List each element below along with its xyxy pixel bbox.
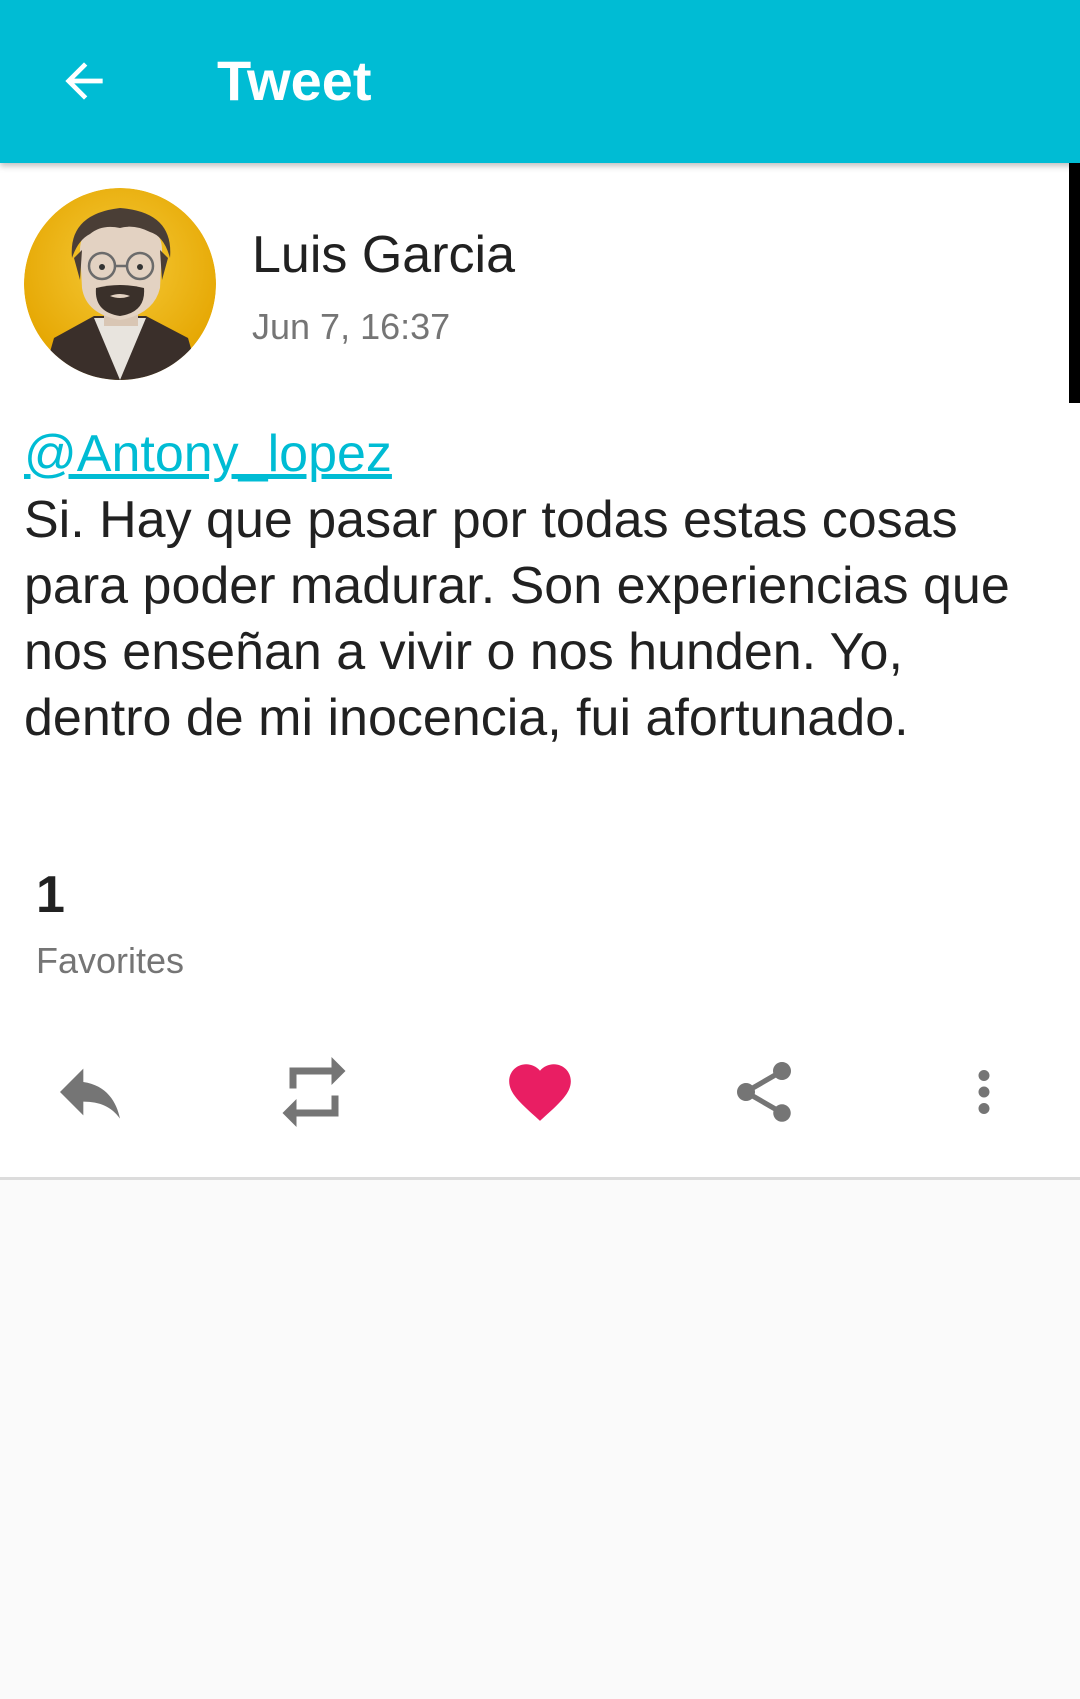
favorites-count[interactable]: 1 bbox=[36, 863, 65, 927]
reply-icon bbox=[60, 1068, 120, 1119]
retweet-icon bbox=[282, 1057, 346, 1127]
avatar-illustration bbox=[24, 188, 216, 380]
back-button[interactable] bbox=[38, 38, 130, 124]
tweet-text: Si. Hay que pasar por todas estas cosas … bbox=[24, 491, 1010, 747]
tweet-timestamp: Jun 7, 16:37 bbox=[252, 306, 451, 347]
favorite-button[interactable] bbox=[490, 1052, 590, 1132]
more-options-button[interactable] bbox=[934, 1052, 1034, 1132]
app-toolbar: Tweet bbox=[0, 0, 1080, 163]
reply-button[interactable] bbox=[40, 1052, 140, 1132]
retweet-button[interactable] bbox=[264, 1052, 364, 1132]
tweet-body: @Antony_lopez Si. Hay que pasar por toda… bbox=[24, 421, 1054, 751]
page-title: Tweet bbox=[217, 49, 372, 112]
share-icon bbox=[737, 1062, 791, 1122]
tweet-detail-screen: Tweet Luis Garcia Jun 7, 16:37 @Antony_l… bbox=[0, 0, 1080, 1699]
author-name[interactable]: Luis Garcia bbox=[252, 223, 515, 287]
scrollbar-thumb[interactable] bbox=[1069, 163, 1080, 403]
heart-icon bbox=[509, 1064, 571, 1121]
mention-link[interactable]: @Antony_lopez bbox=[24, 421, 1054, 487]
tweet-card: Luis Garcia Jun 7, 16:37 @Antony_lopez S… bbox=[0, 163, 1080, 1180]
arrow-back-icon bbox=[65, 62, 103, 100]
share-button[interactable] bbox=[714, 1052, 814, 1132]
more-vertical-icon bbox=[978, 1070, 990, 1114]
avatar[interactable] bbox=[24, 188, 216, 380]
favorites-label[interactable]: Favorites bbox=[36, 939, 184, 983]
